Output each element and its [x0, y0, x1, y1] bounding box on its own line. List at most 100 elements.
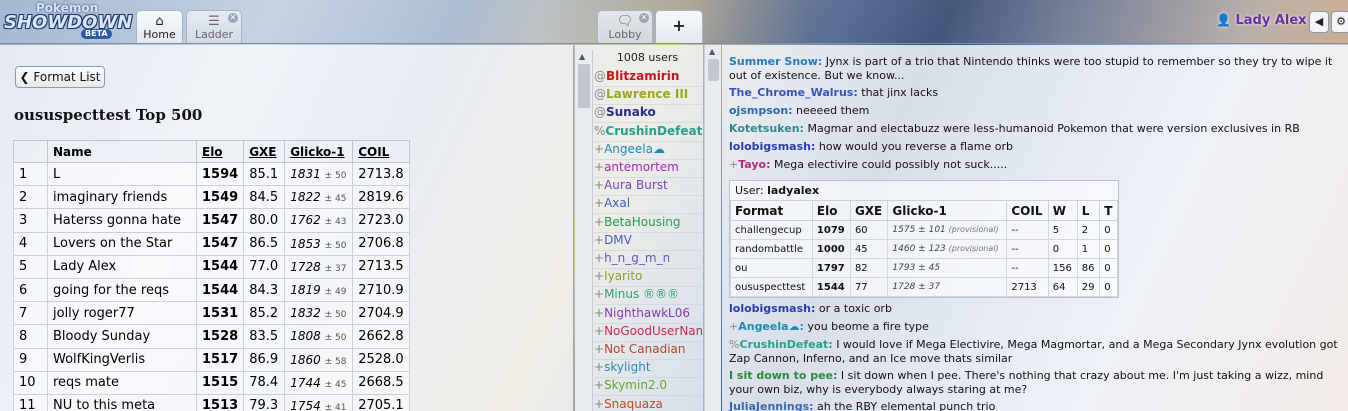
- userlist-item[interactable]: +DMV: [594, 233, 702, 251]
- user-name: Angeela☁: [604, 141, 665, 156]
- name-cell[interactable]: WolfKingVerlis: [47, 347, 197, 372]
- chat-message: +Angeela☁: you beome a fire type: [729, 320, 1341, 334]
- tab-home[interactable]: ⌂ Home: [136, 10, 183, 43]
- chat-username[interactable]: Summer Snow:: [729, 55, 822, 68]
- wins-cell: 64: [1047, 277, 1078, 297]
- user-name: Blitzamirin: [606, 69, 680, 83]
- name-cell[interactable]: Lovers on the Star: [47, 231, 197, 256]
- userlist-item[interactable]: +Aura Burst: [594, 178, 702, 197]
- name-cell[interactable]: L: [47, 161, 197, 187]
- pokemon-showdown-logo[interactable]: Pokémon SHOWDOWN BETA: [2, 1, 132, 41]
- new-tab-button[interactable]: +: [655, 10, 703, 43]
- userlist-item[interactable]: +antemortem: [594, 160, 702, 178]
- chat-username[interactable]: Tayo:: [738, 158, 770, 171]
- coil-cell: 2710.9: [352, 277, 410, 303]
- coil-cell: 2713.8: [352, 161, 410, 187]
- name-cell[interactable]: jolly roger77: [47, 301, 197, 326]
- chat-username[interactable]: lolobigsmash:: [729, 140, 815, 153]
- userlist-item[interactable]: @Blitzamirin: [594, 69, 702, 87]
- userlist-item[interactable]: +NoGoodUserName: [594, 324, 702, 342]
- name-cell[interactable]: Lady Alex: [47, 254, 197, 279]
- scrollbar-thumb[interactable]: [708, 59, 719, 81]
- userlist-item[interactable]: @Lawrence III: [594, 87, 702, 106]
- scrollbar-thumb[interactable]: [578, 64, 590, 108]
- userlist-item[interactable]: +Angeela☁: [594, 142, 702, 160]
- coil-cell: 2704.9: [352, 301, 410, 326]
- elo-cell: 1594: [195, 161, 245, 187]
- glicko-deviation: ± 45: [324, 194, 347, 205]
- user-menu[interactable]: 👤 Lady Alex: [1216, 13, 1307, 28]
- userlist-item[interactable]: +skylight: [594, 360, 702, 379]
- table-row: 3 Haterss gonna hate 1547 80.0 1762 ± 43 2723…: [13, 208, 410, 233]
- name-cell[interactable]: reqs mate: [47, 370, 197, 395]
- chat-text: neeeed them: [796, 104, 870, 117]
- tab-ladder[interactable]: ☰ Ladder ✕: [186, 10, 242, 43]
- top-header: Pokémon SHOWDOWN BETA ⌂ Home ☰ Ladder ✕ …: [0, 0, 1348, 44]
- user-group-symbol: +: [594, 160, 605, 174]
- glicko-cell: 1460 ± 123 (provisional): [887, 239, 1008, 259]
- close-icon[interactable]: ✕: [639, 13, 649, 23]
- chat-username[interactable]: JuliaJennings:: [729, 400, 814, 411]
- scroll-up-icon[interactable]: ▲: [709, 47, 715, 56]
- col-elo[interactable]: Elo: [195, 140, 245, 163]
- ties-cell: 0: [1099, 239, 1118, 259]
- ratings-user-value: ladyalex: [767, 184, 820, 197]
- chat-scrollbar[interactable]: ▲: [704, 45, 721, 411]
- close-icon[interactable]: ✕: [228, 13, 238, 23]
- chat-username[interactable]: I sit down to pee:: [729, 369, 837, 382]
- table-row: randombattle 1000 45 1460 ± 123 (provisiona…: [730, 239, 1118, 259]
- chat-message: %CrushinDefeat: I would love if Mega Ele…: [729, 338, 1341, 366]
- userlist-item[interactable]: +h_n_g_m_n: [594, 251, 702, 269]
- coil-cell: 2705.1: [352, 393, 410, 411]
- chat-message: Summer Snow: Jynx is part of a trio that…: [729, 55, 1341, 83]
- userlist-item[interactable]: +Iyarito: [594, 269, 702, 288]
- userlist-item[interactable]: %CrushinDefeat: [594, 124, 702, 142]
- sound-button[interactable]: ◀: [1309, 11, 1329, 33]
- userlist-item[interactable]: +Skymin2.0: [594, 378, 702, 397]
- col-glicko[interactable]: Glicko-1: [284, 140, 354, 163]
- userlist-item[interactable]: +BetaHousing: [594, 215, 702, 233]
- userlist-scrollbar[interactable]: ▲: [575, 50, 593, 411]
- elo-cell: 1515: [195, 370, 245, 395]
- name-cell[interactable]: imaginary friends: [47, 185, 197, 210]
- col-coil[interactable]: COIL: [352, 140, 410, 163]
- tab-home-label: Home: [143, 28, 176, 41]
- name-cell[interactable]: Haterss gonna hate: [47, 208, 197, 233]
- wins-cell: 5: [1047, 220, 1078, 240]
- userlist-item[interactable]: @Sunako: [594, 105, 702, 124]
- chat-username[interactable]: ojsmpson:: [729, 104, 793, 117]
- chat-username[interactable]: lolobigsmash:: [729, 302, 815, 315]
- logo-line-showdown: SHOWDOWN: [4, 12, 133, 33]
- user-group-symbol: @: [594, 69, 606, 83]
- glicko-value: 1793 ± 45: [892, 263, 941, 273]
- userlist-item[interactable]: +Minus ®®®: [594, 287, 702, 306]
- userlist-item[interactable]: +Axal: [594, 196, 702, 215]
- userlist-item[interactable]: +Not Canadian: [594, 342, 702, 360]
- glicko-value: 1460 ± 123: [892, 244, 946, 254]
- col-gxe[interactable]: GXE: [243, 140, 286, 163]
- user-group-symbol: +: [594, 378, 605, 393]
- tab-ladder-label: Ladder: [194, 28, 234, 41]
- gear-icon: ⚙: [1336, 15, 1346, 28]
- options-button[interactable]: ⚙: [1331, 11, 1348, 33]
- user-name: DMV: [604, 232, 632, 247]
- coil-cell: 2723.0: [352, 208, 410, 233]
- name-cell[interactable]: NU to this meta: [47, 393, 197, 411]
- user-group-symbol: @: [594, 105, 606, 120]
- rank-cell: 10: [13, 370, 48, 395]
- glicko-cell: 1822 ± 45: [284, 185, 354, 210]
- rank-cell: 7: [13, 301, 48, 326]
- chat-username[interactable]: The_Chrome_Walrus:: [729, 86, 858, 99]
- elo-cell: 1797: [811, 258, 851, 278]
- user-group-symbol: +: [594, 178, 605, 193]
- userlist-item[interactable]: +NighthawkL06: [594, 306, 702, 324]
- tab-lobby[interactable]: 🗨 Lobby ✕: [597, 10, 653, 43]
- chat-username[interactable]: Angeela☁:: [738, 320, 804, 333]
- user-name: antemortem: [604, 160, 679, 174]
- name-cell[interactable]: Bloody Sunday: [47, 324, 197, 349]
- userlist-item[interactable]: +Snaquaza: [594, 397, 702, 411]
- chat-username[interactable]: CrushinDefeat:: [739, 338, 832, 351]
- name-cell[interactable]: going for the reqs: [47, 277, 197, 303]
- chat-username[interactable]: Kotetsuken:: [729, 122, 804, 135]
- format-list-button[interactable]: ❮ Format List: [15, 66, 105, 88]
